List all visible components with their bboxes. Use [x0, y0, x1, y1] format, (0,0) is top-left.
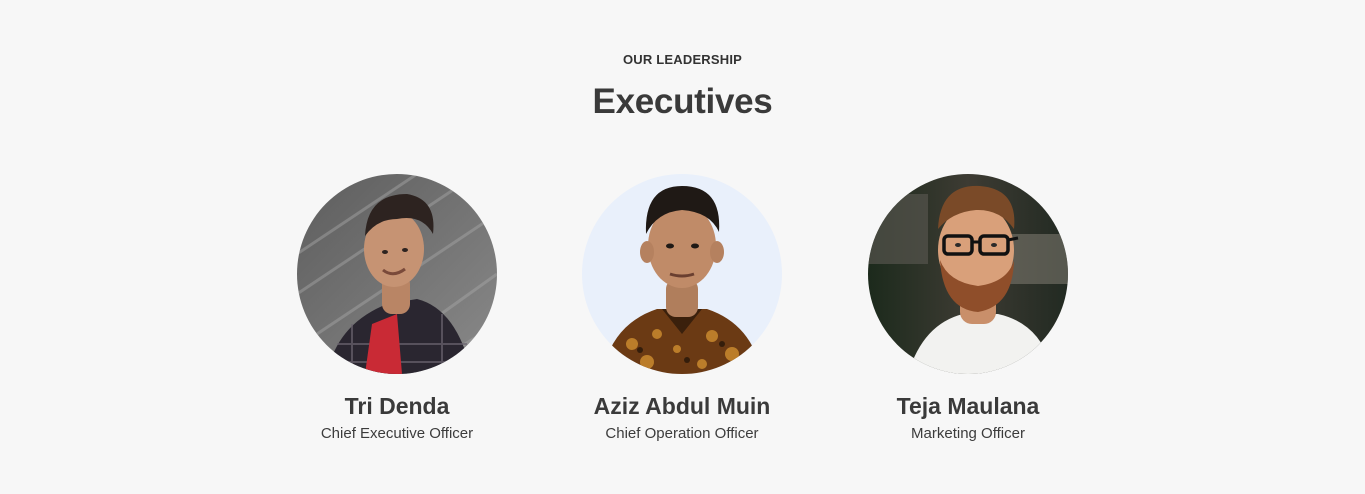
executive-name: Tri Denda: [344, 393, 450, 419]
section-title: Executives: [592, 82, 773, 121]
executive-name: Teja Maulana: [896, 393, 1040, 419]
executive-role: Marketing Officer: [911, 425, 1025, 442]
executive-role: Chief Operation Officer: [605, 425, 759, 442]
executive-card: Tri Denda Chief Executive Officer: [277, 174, 517, 444]
executive-role: Chief Executive Officer: [320, 425, 474, 442]
avatar-photo: [868, 174, 1068, 374]
avatar-photo: [582, 174, 782, 374]
executive-card: Teja Maulana Marketing Officer: [848, 174, 1088, 444]
avatar: [868, 174, 1068, 374]
executive-card: Aziz Abdul Muin Chief Operation Officer: [562, 174, 802, 444]
avatar: [297, 174, 497, 374]
avatar: [582, 174, 782, 374]
avatar-photo: [297, 174, 497, 374]
section-eyebrow: OUR LEADERSHIP: [622, 52, 743, 67]
executives-list: Tri Denda Chief Executive Officer Aziz A…: [0, 174, 1365, 454]
executive-name: Aziz Abdul Muin: [593, 393, 771, 419]
leadership-section: OUR LEADERSHIP Executives Tri Denda Chie…: [0, 0, 1365, 494]
